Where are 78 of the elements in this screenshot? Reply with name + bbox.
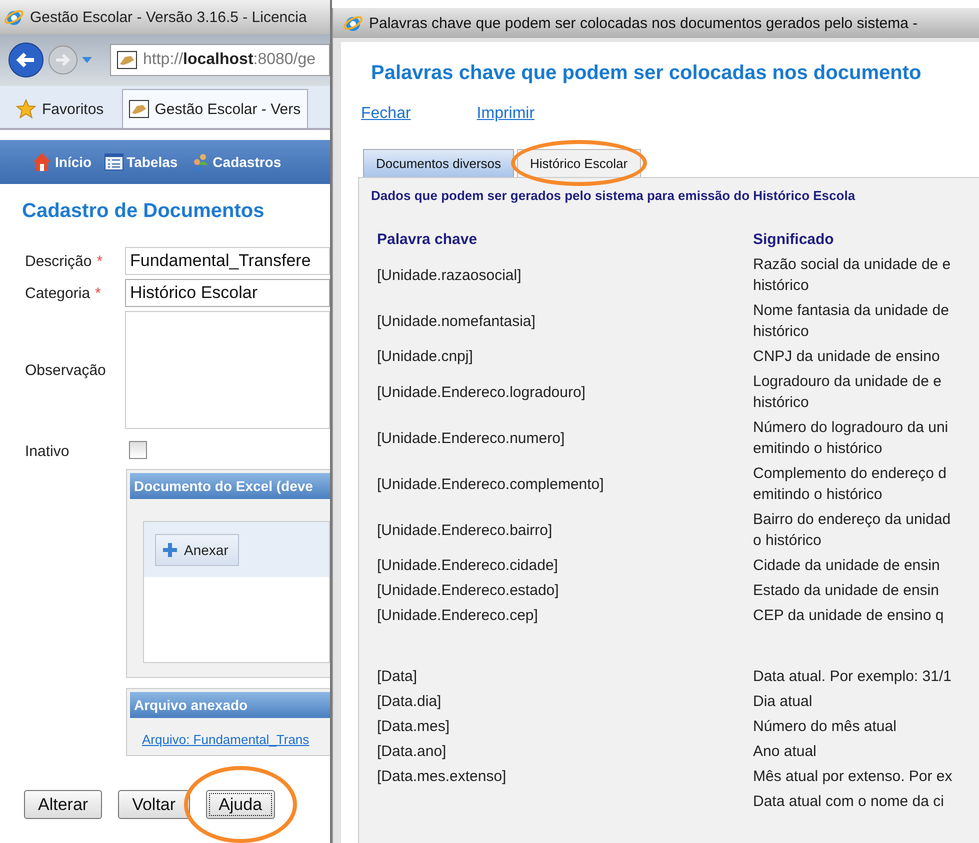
select-field[interactable]: Histórico Escolar (125, 279, 330, 307)
menu-item[interactable]: Cadastros (190, 152, 282, 172)
file-link[interactable]: Arquivo: Fundamental_Trans (142, 732, 330, 747)
browser-tab[interactable]: Gestão Escolar - Vers (122, 89, 308, 128)
field-label: Categoria (25, 284, 90, 302)
keyword-cell-text: [Unidade.Endereco.cidade] (377, 556, 559, 576)
favorites-button[interactable]: Favoritos (16, 90, 114, 128)
meaning-cell-text: Número do logradouro da uni emitindo o histórico (753, 418, 948, 459)
back-icon[interactable] (8, 42, 44, 78)
keyword-cell-text: [Unidade.Endereco.numero] (377, 428, 566, 448)
required-mark: * (95, 284, 101, 302)
column-header: Significado (753, 231, 834, 248)
page-heading: Cadastro de Documentos (22, 200, 266, 223)
meaning-cell-text: CEP da unidade de ensino q (753, 606, 944, 626)
checkbox[interactable] (129, 441, 147, 459)
meaning-cell-text: Complemento do endereço d emitindo o histórico (753, 464, 946, 505)
menu-item[interactable]: Tabelas (104, 152, 178, 172)
forward-icon[interactable] (48, 45, 78, 75)
meaning-cell-text: Número do mês atual (753, 717, 896, 737)
meaning-cell-text: Mês atual por extenso. Por ex (753, 767, 952, 787)
meaning-cell-text: Ano atual (753, 742, 816, 762)
people-icon (190, 152, 210, 172)
page-heading: Palavras chave que podem ser colocadas nos documento (371, 62, 922, 85)
meaning-cell-text: Data atual com o nome da ci (753, 792, 944, 812)
panel-title: Documento do Excel (deve (130, 473, 330, 499)
link[interactable]: Imprimir (476, 105, 535, 123)
browser-logo-icon (343, 13, 363, 33)
link[interactable]: Fechar (361, 105, 411, 123)
field-label: Observação (25, 362, 106, 378)
keyword-cell-text: [Unidade.Endereco.logradouro] (377, 382, 586, 402)
dropdown-caret-icon[interactable] (82, 56, 92, 64)
tab[interactable]: Histórico Escolar (517, 149, 641, 177)
section-intro: Dados que podem ser gerados pelo sistema para emissão do Histórico Escola (371, 188, 856, 203)
meaning-cell-text: CNPJ da unidade de ensino (753, 347, 940, 367)
keyword-cell-text: [Data.mes.extenso] (377, 767, 508, 787)
address-field[interactable]: http://localhost:8080/ge (110, 44, 330, 76)
star-icon (16, 99, 36, 119)
keyword-cell-text: [Unidade.Endereco.estado] (377, 581, 560, 601)
list-icon (104, 152, 124, 172)
form-button[interactable]: Alterar (24, 790, 102, 819)
form-button[interactable]: Voltar (118, 790, 190, 819)
page-icon (117, 51, 137, 69)
keyword-cell-text: [Unidade.cnpj] (377, 347, 474, 367)
keyword-cell-text: [Data.dia] (377, 692, 442, 712)
required-mark: * (96, 252, 103, 270)
keyword-cell-text: [Unidade.razaosocial] (377, 266, 522, 286)
keyword-cell-text: [Data.mes] (377, 717, 451, 737)
field-label: Descrição (25, 252, 92, 270)
meaning-cell-text: Bairro do endereço da unidad o histórico (753, 510, 951, 551)
text-area[interactable] (125, 311, 330, 429)
keyword-cell-text: [Data.ano] (377, 742, 448, 762)
meaning-cell-text: Dia atual (753, 692, 812, 712)
form-button[interactable]: Ajuda (206, 790, 276, 819)
tab[interactable]: Documentos diversos (363, 149, 514, 177)
meaning-cell-text: Logradouro da unidade de e histórico (753, 372, 942, 413)
page-icon (128, 100, 149, 118)
keyword-cell-text: [Unidade.nomefantasia] (377, 312, 536, 332)
meaning-cell-text: Data atual. Por exemplo: 31/1 (753, 667, 952, 687)
meaning-cell-text: Estado da unidade de ensin (753, 581, 939, 601)
keyword-cell-text: [Unidade.Endereco.complemento] (377, 474, 605, 494)
meaning-cell-text: Razão social da unidade de e histórico (753, 255, 951, 296)
panel-title: Arquivo anexado (130, 692, 330, 718)
keyword-cell-text: [Unidade.Endereco.bairro] (377, 520, 554, 540)
browser-logo-icon (4, 7, 24, 27)
house-icon (32, 152, 52, 172)
text-field[interactable]: Fundamental_Transfere (125, 247, 330, 275)
meaning-cell-text: Nome fantasia da unidade de histórico (753, 301, 949, 342)
window-title: Palavras chave que podem ser colocadas nos documentos gerados pelo sistema - (369, 14, 918, 32)
window-title: Gestão Escolar - Versão 3.16.5 - Licencia (30, 8, 307, 26)
keyword-cell-text: [Unidade.Endereco.cep] (377, 606, 539, 626)
plus-icon (162, 542, 178, 558)
menu-item[interactable]: Início (32, 152, 92, 172)
attach-button[interactable]: Anexar (155, 534, 240, 566)
field-label: Inativo (25, 442, 70, 460)
keyword-cell-text: [Data] (377, 667, 418, 687)
address-text: http://localhost:8080/ge (143, 51, 316, 69)
column-header: Palavra chave (377, 231, 478, 248)
meaning-cell-text: Cidade da unidade de ensin (753, 556, 940, 576)
